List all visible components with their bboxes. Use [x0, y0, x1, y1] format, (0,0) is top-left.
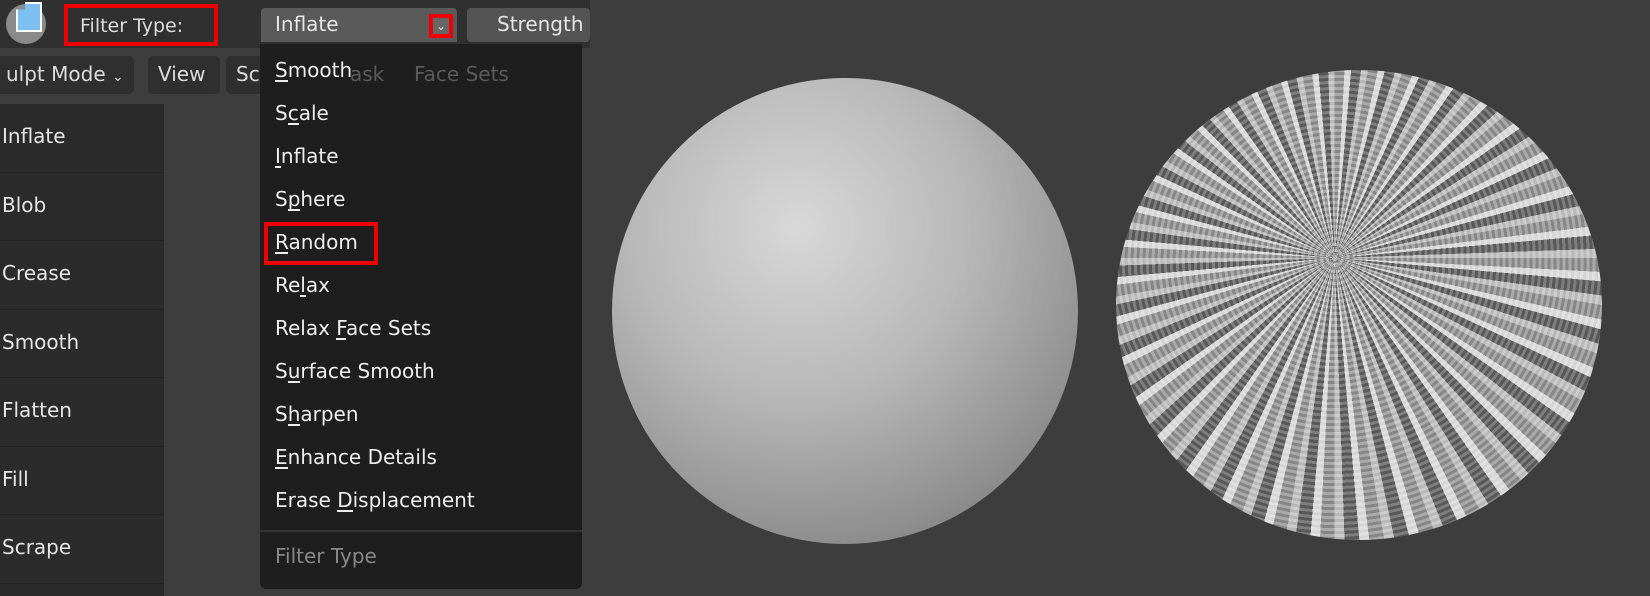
access-key-underline	[287, 123, 299, 125]
menu-item-erase-displacement[interactable]: Erase Displacement	[275, 488, 475, 512]
strength-field[interactable]: Strength	[467, 8, 590, 42]
mode-select[interactable]: ulpt Mode ⌄	[0, 56, 134, 94]
access-key-underline	[287, 209, 301, 211]
tool-blob[interactable]: Blob	[0, 173, 164, 241]
access-key-underline	[287, 424, 301, 426]
tool-inflate[interactable]: Inflate	[0, 104, 164, 173]
menu-item-sphere[interactable]: Sphere	[275, 187, 345, 211]
menu-title: Filter Type	[275, 544, 377, 568]
mask-menu[interactable]: ask	[350, 62, 384, 86]
access-key-underline	[275, 467, 288, 469]
access-key-underline	[337, 510, 353, 512]
access-key-underline	[336, 338, 346, 340]
tool-flatten[interactable]: Flatten	[0, 378, 164, 447]
header-bar: Filter Type: Inflate ⌄ Strength	[0, 0, 590, 48]
sphere-noise-overlay	[1116, 70, 1602, 540]
menu-item-relax-face-sets[interactable]: Relax Face Sets	[275, 316, 431, 340]
menu-item-surface-smooth[interactable]: Surface Smooth	[275, 359, 435, 383]
chevron-down-icon[interactable]: ⌄	[429, 14, 453, 38]
menu-item-enhance-details[interactable]: Enhance Details	[275, 445, 437, 469]
menu-item-smooth[interactable]: Smooth	[275, 58, 352, 82]
menu-item-scale[interactable]: Scale	[275, 101, 329, 125]
filter-type-label: Filter Type:	[64, 4, 218, 46]
menu-item-sharpen[interactable]: Sharpen	[275, 402, 359, 426]
tool-sidebar: Inflate Blob Crease Smooth Flatten Fill …	[0, 104, 164, 596]
menu-item-inflate[interactable]: Inflate	[275, 144, 339, 168]
random-highlight-box	[264, 222, 378, 265]
menu-item-relax[interactable]: Relax	[275, 273, 330, 297]
tool-scrape[interactable]: Scrape	[0, 515, 164, 584]
menu-separator	[260, 530, 582, 532]
tool-fill[interactable]: Fill	[0, 447, 164, 515]
access-key-underline	[300, 295, 306, 297]
editor-type-icon[interactable]	[6, 2, 46, 44]
access-key-underline	[287, 381, 301, 383]
view-menu[interactable]: View	[148, 56, 220, 94]
smooth-sphere	[612, 78, 1078, 544]
access-key-underline	[275, 80, 288, 82]
access-key-underline	[275, 166, 281, 168]
filter-type-select[interactable]: Inflate	[261, 8, 457, 42]
tool-crease[interactable]: Crease	[0, 241, 164, 310]
tool-smooth[interactable]: Smooth	[0, 310, 164, 378]
face-sets-menu[interactable]: Face Sets	[414, 62, 509, 86]
chevron-down-icon: ⌄	[111, 69, 124, 85]
mode-label: ulpt Mode	[6, 62, 106, 86]
